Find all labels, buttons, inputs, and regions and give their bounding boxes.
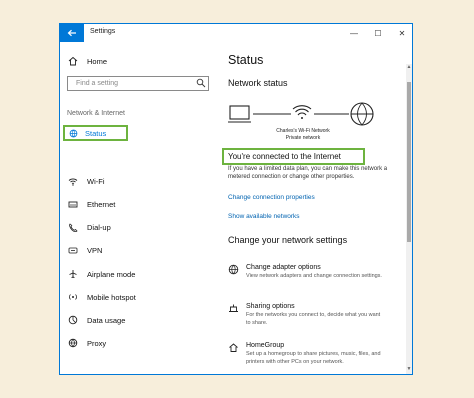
option-title: Sharing options	[246, 303, 295, 310]
hotspot-icon	[69, 294, 77, 300]
sidebar-item-airplane-mode[interactable]: Airplane mode	[68, 269, 135, 279]
sidebar-item-label: Data usage	[87, 315, 126, 325]
option-title: HomeGroup	[246, 342, 285, 349]
home-icon	[68, 56, 78, 66]
globe-icon	[69, 129, 78, 137]
scroll-down-arrow-icon[interactable]: ▼	[406, 366, 412, 374]
network-status-heading: Network status	[228, 78, 288, 88]
scroll-thumb[interactable]	[407, 82, 411, 242]
sidebar-item-ethernet[interactable]: Ethernet	[68, 200, 115, 209]
sidebar-item-wifi[interactable]: Wi-Fi	[68, 177, 105, 186]
sidebar-item-label: VPN	[87, 246, 103, 255]
option-title: Change adapter options	[246, 264, 321, 271]
sidebar-item-dialup[interactable]: Dial-up	[68, 223, 111, 232]
title-bar: Settings — ☐ ✕	[60, 24, 412, 42]
sidebar-item-label: Proxy	[87, 338, 107, 348]
sidebar-item-mobile-hotspot[interactable]: Mobile hotspot	[68, 292, 136, 302]
page-title: Status	[228, 53, 264, 67]
scroll-up-arrow-icon[interactable]: ▲	[406, 64, 412, 72]
sidebar-item-label: Airplane mode	[87, 269, 136, 279]
window-title: Settings	[90, 28, 116, 35]
ethernet-icon	[68, 201, 78, 208]
airplane-icon	[69, 270, 77, 278]
option-desc: For the networks you connect to, decide …	[246, 312, 381, 326]
globe-icon	[350, 102, 374, 126]
settings-window: Settings — ☐ ✕ Home Find a setting Netwo…	[59, 23, 413, 375]
metered-info-text: If you have a limited data plan, you can…	[228, 166, 388, 180]
change-connection-properties-link[interactable]: Change connection properties	[228, 194, 315, 201]
homegroup-icon	[229, 343, 238, 352]
option-desc: Set up a homegroup to share pictures, mu…	[246, 351, 381, 365]
search-placeholder: Find a setting	[76, 80, 119, 87]
change-settings-heading: Change your network settings	[228, 235, 348, 245]
sharing-icon	[229, 304, 238, 312]
sidebar-item-label: Status	[85, 128, 107, 138]
sidebar-item-proxy[interactable]: Proxy	[68, 338, 106, 348]
sidebar-item-label: Dial-up	[87, 223, 111, 232]
wifi-icon	[68, 178, 78, 186]
vpn-icon	[68, 247, 78, 254]
globe-icon	[68, 338, 78, 348]
sidebar-item-label: Mobile hotspot	[87, 292, 136, 302]
maximize-button[interactable]: ☐	[366, 24, 390, 42]
data-usage-icon	[68, 315, 78, 325]
sidebar-item-status[interactable]: Status	[63, 125, 128, 141]
search-icon	[196, 78, 206, 88]
section-label: Network & Internet	[67, 110, 125, 117]
phone-icon	[69, 223, 78, 232]
laptop-icon	[228, 105, 251, 123]
adapter-icon	[228, 264, 239, 275]
sidebar-item-vpn[interactable]: VPN	[68, 246, 102, 255]
sidebar-item-label: Ethernet	[87, 200, 116, 209]
search-input[interactable]: Find a setting	[67, 76, 209, 91]
network-name: Charles's Wi-Fi Network	[276, 128, 330, 134]
minimize-button[interactable]: —	[342, 24, 366, 42]
back-button[interactable]	[60, 24, 84, 42]
network-type: Private network	[285, 135, 321, 141]
sidebar-item-data-usage[interactable]: Data usage	[68, 315, 125, 325]
home-label: Home	[87, 56, 108, 66]
connection-status: You're connected to the Internet	[222, 148, 365, 165]
sidebar-item-label: Wi-Fi	[87, 177, 105, 186]
option-desc: View network adapters and change connect…	[246, 273, 382, 279]
show-available-networks-link[interactable]: Show available networks	[228, 213, 300, 220]
back-arrow-icon	[67, 29, 76, 37]
scrollbar[interactable]: ▲ ▼	[406, 64, 412, 374]
wifi-icon	[292, 105, 312, 119]
home-nav-item[interactable]: Home	[68, 56, 107, 66]
close-button[interactable]: ✕	[390, 24, 412, 42]
